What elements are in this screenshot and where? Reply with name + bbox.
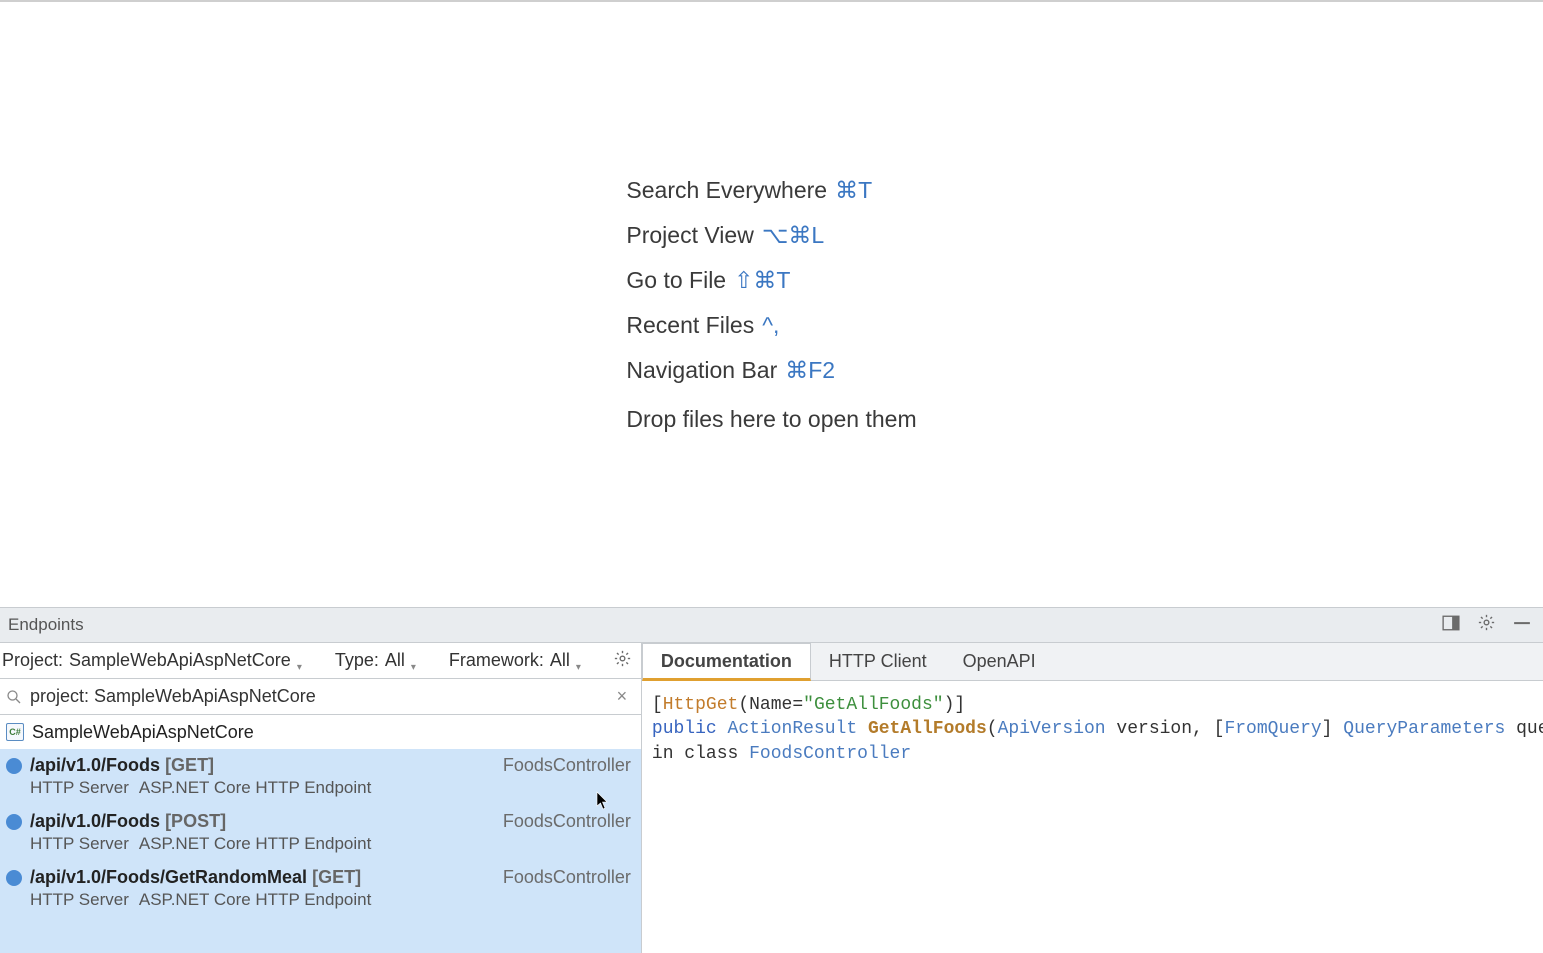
endpoint-controller: FoodsController bbox=[503, 755, 631, 776]
toolwindow-title: Endpoints bbox=[6, 615, 84, 635]
code-token: )] bbox=[944, 695, 966, 715]
hint-navigation-bar[interactable]: Navigation Bar ⌘F2 bbox=[626, 357, 916, 384]
filter-settings-gear-icon[interactable] bbox=[614, 650, 631, 672]
filter-type-label: Type: bbox=[335, 650, 379, 671]
filter-project-value: SampleWebApiAspNetCore bbox=[69, 650, 291, 671]
endpoints-body: Project: SampleWebApiAspNetCore Type: Al… bbox=[0, 643, 1543, 953]
endpoints-right-pane: Documentation HTTP Client OpenAPI [HttpG… bbox=[642, 643, 1543, 953]
code-token: (Name= bbox=[738, 695, 803, 715]
filter-framework-dropdown[interactable]: Framework: All bbox=[449, 650, 584, 671]
code-token: in class bbox=[652, 744, 749, 764]
endpoint-method: [POST] bbox=[165, 811, 226, 831]
code-token: FromQuery bbox=[1224, 719, 1321, 739]
hint-go-to-file[interactable]: Go to File ⇧⌘T bbox=[626, 267, 916, 294]
toolwindow-header-icons bbox=[1442, 614, 1537, 637]
endpoint-server: HTTP Server bbox=[30, 834, 129, 853]
code-token: QueryParameters bbox=[1343, 719, 1505, 739]
search-icon bbox=[6, 689, 22, 705]
endpoint-server: HTTP Server bbox=[30, 778, 129, 797]
hint-recent-files[interactable]: Recent Files ^, bbox=[626, 312, 916, 339]
hint-shortcut: ⌥⌘L bbox=[762, 222, 824, 249]
endpoint-path: /api/v1.0/Foods bbox=[30, 811, 160, 831]
code-token: ApiVersion bbox=[998, 719, 1106, 739]
editor-empty-area: Search Everywhere ⌘T Project View ⌥⌘L Go… bbox=[0, 0, 1543, 607]
code-token: version, [ bbox=[1106, 719, 1225, 739]
hint-search-everywhere[interactable]: Search Everywhere ⌘T bbox=[626, 177, 916, 204]
documentation-code-view: [HttpGet(Name="GetAllFoods")] public Act… bbox=[642, 681, 1543, 953]
hint-label: Project View bbox=[626, 222, 753, 249]
code-token: ( bbox=[987, 719, 998, 739]
hint-label: Recent Files bbox=[626, 312, 754, 339]
hint-label: Go to File bbox=[626, 267, 726, 294]
toggle-layout-icon[interactable] bbox=[1442, 614, 1460, 637]
code-token: ActionResult bbox=[728, 719, 858, 739]
endpoint-icon bbox=[6, 758, 22, 774]
project-group-name: SampleWebApiAspNetCore bbox=[32, 722, 254, 743]
code-token: [ bbox=[652, 695, 663, 715]
hint-shortcut: ⌘F2 bbox=[785, 357, 835, 384]
hint-label: Search Everywhere bbox=[626, 177, 827, 204]
endpoint-server: HTTP Server bbox=[30, 890, 129, 909]
code-token: HttpGet bbox=[663, 695, 739, 715]
endpoints-list[interactable]: /api/v1.0/Foods [GET] HTTP Server ASP.NET… bbox=[0, 749, 641, 953]
endpoint-desc: ASP.NET Core HTTP Endpoint bbox=[139, 778, 371, 797]
filter-project-label: Project: bbox=[2, 650, 63, 671]
hint-shortcut: ⌘T bbox=[835, 177, 872, 204]
code-token: FoodsController bbox=[749, 744, 911, 764]
hint-label: Navigation Bar bbox=[626, 357, 777, 384]
endpoints-search-bar: × bbox=[0, 679, 641, 715]
filter-framework-value: All bbox=[550, 650, 570, 671]
endpoint-icon bbox=[6, 870, 22, 886]
endpoints-toolwindow-header: Endpoints bbox=[0, 607, 1543, 643]
gear-icon[interactable] bbox=[1478, 614, 1495, 636]
endpoint-row[interactable]: /api/v1.0/Foods/GetRandomMeal [GET] HTTP… bbox=[0, 860, 641, 916]
endpoint-method: [GET] bbox=[165, 755, 214, 775]
chevron-down-icon bbox=[576, 657, 584, 665]
tab-openapi[interactable]: OpenAPI bbox=[945, 643, 1054, 680]
hint-shortcut: ^, bbox=[762, 312, 779, 339]
endpoints-filter-row: Project: SampleWebApiAspNetCore Type: Al… bbox=[0, 643, 641, 679]
endpoint-method: [GET] bbox=[312, 867, 361, 887]
endpoint-row[interactable]: /api/v1.0/Foods [GET] HTTP Server ASP.NET… bbox=[0, 749, 641, 804]
endpoint-path: /api/v1.0/Foods/GetRandomMeal bbox=[30, 867, 307, 887]
endpoint-row[interactable]: /api/v1.0/Foods [POST] HTTP Server ASP.NE… bbox=[0, 804, 641, 860]
hint-shortcut: ⇧⌘T bbox=[734, 267, 790, 294]
clear-search-icon[interactable]: × bbox=[613, 686, 631, 707]
minimize-icon[interactable] bbox=[1513, 614, 1531, 637]
endpoints-left-pane: Project: SampleWebApiAspNetCore Type: Al… bbox=[0, 643, 642, 953]
endpoints-detail-tabs: Documentation HTTP Client OpenAPI bbox=[642, 643, 1543, 681]
endpoint-controller: FoodsController bbox=[503, 867, 631, 888]
chevron-down-icon bbox=[411, 657, 419, 665]
hint-project-view[interactable]: Project View ⌥⌘L bbox=[626, 222, 916, 249]
filter-type-value: All bbox=[385, 650, 405, 671]
endpoints-project-group[interactable]: C# SampleWebApiAspNetCore bbox=[0, 715, 641, 749]
tab-documentation[interactable]: Documentation bbox=[642, 643, 811, 681]
editor-hints: Search Everywhere ⌘T Project View ⌥⌘L Go… bbox=[626, 177, 916, 433]
code-token: public bbox=[652, 719, 717, 739]
endpoint-path: /api/v1.0/Foods bbox=[30, 755, 160, 775]
endpoint-icon bbox=[6, 814, 22, 830]
code-token: GetAllFoods bbox=[868, 719, 987, 739]
code-token: queryParameter bbox=[1505, 719, 1543, 739]
endpoint-desc: ASP.NET Core HTTP Endpoint bbox=[139, 890, 371, 909]
csharp-project-icon: C# bbox=[6, 723, 24, 741]
hint-drop-files: Drop files here to open them bbox=[626, 406, 916, 433]
chevron-down-icon bbox=[297, 657, 305, 665]
tab-http-client[interactable]: HTTP Client bbox=[811, 643, 945, 680]
filter-framework-label: Framework: bbox=[449, 650, 544, 671]
filter-project-dropdown[interactable]: Project: SampleWebApiAspNetCore bbox=[2, 650, 305, 671]
endpoint-controller: FoodsController bbox=[503, 811, 631, 832]
endpoints-search-input[interactable] bbox=[30, 686, 605, 707]
code-token: "GetAllFoods" bbox=[803, 695, 943, 715]
code-token: ] bbox=[1322, 719, 1344, 739]
filter-type-dropdown[interactable]: Type: All bbox=[335, 650, 419, 671]
endpoint-desc: ASP.NET Core HTTP Endpoint bbox=[139, 834, 371, 853]
